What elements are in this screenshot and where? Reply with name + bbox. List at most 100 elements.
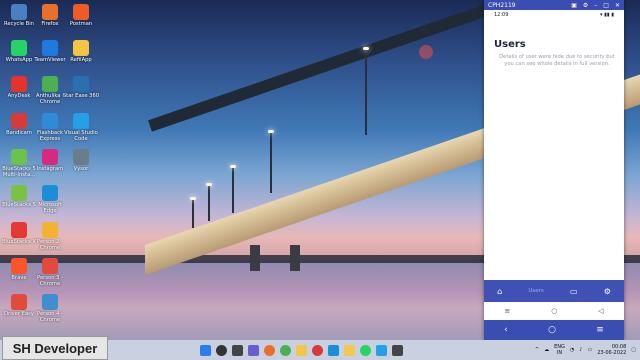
vscode-icon <box>73 113 89 129</box>
refilapp-icon <box>73 40 89 56</box>
phone-system-nav: ≡ ○ ◁ <box>484 302 624 320</box>
taskbar-apps <box>200 342 403 358</box>
bandicam-icon <box>11 113 27 129</box>
chevron-up-icon[interactable]: ^ <box>535 347 539 353</box>
phone-window-title: CPH2119 <box>488 1 516 9</box>
chrome-person3-icon <box>42 258 58 274</box>
taskbar-app-icon[interactable] <box>296 344 307 356</box>
phone-mirror-window[interactable]: CPH2119 ▣ ⚙ – □ ✕ 12:09 ▾ ▮▮ ▮ Users Det… <box>484 0 624 340</box>
home-circle-icon[interactable]: ○ <box>551 307 557 315</box>
phone-window-titlebar[interactable]: CPH2119 ▣ ⚙ – □ ✕ <box>484 0 624 10</box>
desktop-icon-label: Visual Studio Code <box>64 130 98 142</box>
settings-icon[interactable]: ⚙ <box>583 2 588 9</box>
instagram-icon <box>42 149 58 165</box>
whatsapp-icon <box>11 40 27 56</box>
status-time: 12:09 <box>494 12 509 18</box>
desktop-icon[interactable]: Person 2 - Chrome <box>31 222 69 251</box>
users-heading: Users <box>494 39 526 50</box>
desktop-icon[interactable]: RefilApp <box>62 40 100 63</box>
recycle-bin-icon <box>11 4 27 20</box>
search-icon[interactable] <box>216 344 227 356</box>
camera-icon[interactable]: ▣ <box>571 2 577 9</box>
home-button-icon[interactable]: ○ <box>548 325 556 335</box>
users-screen: Users Details of user were hide due to s… <box>484 30 624 280</box>
chrome-icon <box>42 76 58 92</box>
clock[interactable]: 00:08 23-06-2022 <box>597 344 626 356</box>
edge-taskbar-icon[interactable] <box>328 344 339 356</box>
maximize-icon[interactable]: □ <box>603 2 609 9</box>
desktop-icon[interactable]: Person 3 - Chrome <box>31 258 69 287</box>
postman-icon <box>73 4 89 20</box>
bluestacks5-icon <box>11 185 27 201</box>
drivereasy-icon <box>11 294 27 310</box>
mirror-control-bar: ‹ ○ ≡ <box>484 320 624 340</box>
home-icon[interactable]: ⌂ <box>497 287 502 296</box>
street-lamp <box>268 130 274 193</box>
battery-icon[interactable]: ▭ <box>587 347 592 353</box>
anydesk-icon <box>11 76 27 92</box>
nav-users-tab[interactable]: Users <box>528 288 543 294</box>
street-lamp <box>230 165 236 213</box>
desktop-icon-label: Person 4 - Chrome <box>37 311 63 323</box>
teamviewer-icon <box>42 40 58 56</box>
close-icon[interactable]: ✕ <box>615 2 620 9</box>
firefox-taskbar-icon[interactable] <box>264 344 275 356</box>
back-arrow-icon[interactable]: ‹ <box>504 325 508 335</box>
brave-icon <box>11 258 27 274</box>
mouse-cursor-highlight <box>419 45 433 59</box>
street-lamp <box>363 47 369 135</box>
whatsapp-taskbar-icon[interactable] <box>360 344 371 356</box>
task-view-icon[interactable] <box>232 344 243 356</box>
back-icon[interactable]: ◁ <box>598 307 603 315</box>
edge-icon <box>42 185 58 201</box>
phone-app-header <box>484 20 624 30</box>
wifi-icon[interactable]: ◔ <box>570 347 574 353</box>
region-code: IN <box>556 350 563 356</box>
desktop-icon[interactable]: Microsoft Edge <box>31 185 69 214</box>
gear-icon[interactable]: ⚙ <box>604 287 611 296</box>
watermark: SH Developer <box>2 336 108 360</box>
start-icon[interactable] <box>200 344 211 356</box>
desktop-icon[interactable]: Person 4 - Chrome <box>31 294 69 323</box>
street-lamp <box>206 183 212 221</box>
chrome-person2-icon <box>42 222 58 238</box>
folder-icon[interactable]: ▭ <box>570 287 578 296</box>
desktop-icon-label: RefilApp <box>70 57 92 63</box>
bluestacksx-icon <box>11 222 27 238</box>
vysor-icon <box>73 149 89 165</box>
desktop-icon[interactable]: Star Ease 360 <box>62 76 100 99</box>
desktop-icon[interactable]: Postman <box>62 4 100 27</box>
desktop-icon-label: Star Ease 360 <box>62 93 100 99</box>
vscode-taskbar-icon[interactable] <box>376 344 387 356</box>
phone-status-bar: 12:09 ▾ ▮▮ ▮ <box>484 10 624 20</box>
firefox-icon <box>42 4 58 20</box>
bluestacks-icon <box>11 149 27 165</box>
bottom-navigation: ⌂ Users ▭ ⚙ <box>484 280 624 302</box>
volume-icon[interactable]: ♪ <box>579 347 582 353</box>
desktop-icon-label: Person 3 - Chrome <box>37 275 63 287</box>
bridge-pillar <box>290 245 300 271</box>
bandicam-taskbar-icon[interactable] <box>312 344 323 356</box>
clock-date: 23-06-2022 <box>597 350 627 356</box>
vysor-taskbar-icon[interactable] <box>392 344 403 356</box>
starease-icon <box>73 76 89 92</box>
notification-icon[interactable]: ▢ <box>631 347 636 353</box>
status-icons: ▾ ▮▮ ▮ <box>600 12 614 18</box>
chrome-person4-icon <box>42 294 58 310</box>
desktop-icon[interactable]: Visual Studio Code <box>62 113 100 142</box>
flashback-icon <box>42 113 58 129</box>
recents-icon[interactable]: ≡ <box>504 307 510 315</box>
file-explorer-icon[interactable] <box>344 344 355 356</box>
desktop-icon-label: Vysor <box>73 166 89 172</box>
chat-icon[interactable] <box>248 344 259 356</box>
users-message: Details of user were hide due to securit… <box>499 54 615 67</box>
desktop-icon-label: Person 2 - Chrome <box>37 239 63 251</box>
menu-icon[interactable]: ≡ <box>596 325 604 335</box>
chrome-taskbar-icon[interactable] <box>280 344 291 356</box>
desktop-icon[interactable]: Vysor <box>62 149 100 172</box>
minimize-icon[interactable]: – <box>594 2 597 9</box>
language-indicator[interactable]: ENG IN <box>554 344 565 356</box>
cloud-icon[interactable]: ☁ <box>544 347 549 353</box>
desktop-icon-label: Postman <box>69 21 93 27</box>
bridge-pillar <box>250 245 260 271</box>
